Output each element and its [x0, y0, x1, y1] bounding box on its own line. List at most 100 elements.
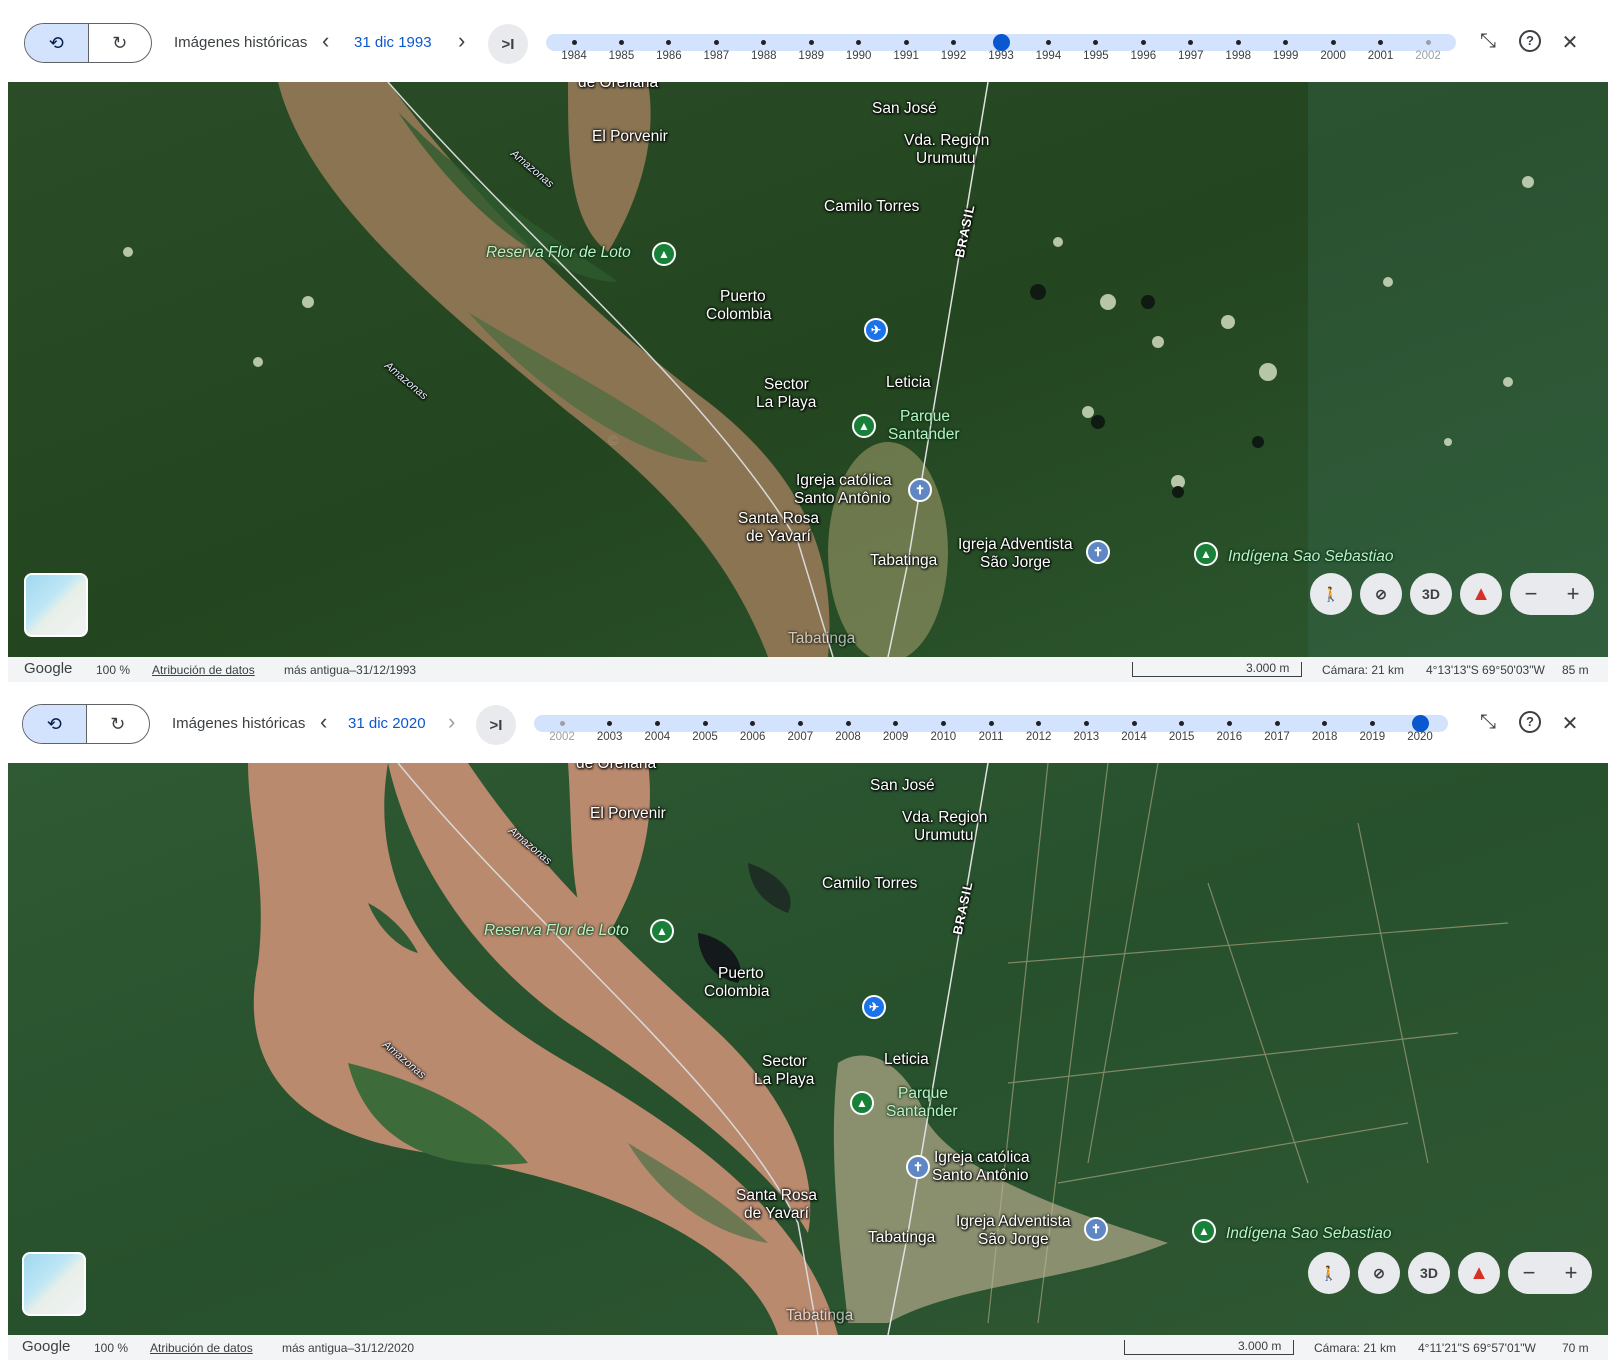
timeline-dot[interactable] [1083, 721, 1089, 726]
zoom-in-button[interactable]: + [1552, 573, 1594, 615]
timeline-year-2020[interactable]: 2020 [1390, 715, 1450, 743]
timeline-dot[interactable] [1093, 40, 1099, 45]
jump-to-latest-button[interactable]: >I [476, 705, 516, 745]
park-tree-icon[interactable]: ▲ [850, 1091, 874, 1115]
timeline-selected-marker[interactable] [1411, 715, 1429, 732]
3d-toggle-button[interactable]: 3D [1410, 573, 1452, 615]
timeline-dot[interactable] [988, 721, 994, 726]
data-attribution-link[interactable]: Atribución de datos [150, 1341, 253, 1355]
timeline-dot[interactable] [1425, 40, 1431, 45]
timeline-dot[interactable] [845, 721, 851, 726]
timeline-dot[interactable] [856, 40, 862, 45]
airport-icon[interactable]: ✈ [864, 318, 888, 342]
timeline-dot[interactable] [1140, 40, 1146, 45]
timeline-dot[interactable] [893, 721, 899, 726]
zoom-out-button[interactable]: − [1508, 1252, 1550, 1294]
map-label: Colombia [706, 306, 772, 323]
timeline-selected-marker[interactable] [992, 34, 1010, 51]
year-timeline-slider[interactable]: 1984 1985 1986 1987 1988 1989 1990 1991 1992 1993… [546, 34, 1456, 62]
jump-to-latest-button[interactable]: >I [488, 24, 528, 64]
church-icon[interactable]: ✝ [908, 478, 932, 502]
timeline-dot[interactable] [1131, 721, 1137, 726]
pegman-icon[interactable]: 🚶 [1310, 573, 1352, 615]
compass-icon[interactable]: ▲ [1458, 1252, 1500, 1294]
map-layer-thumbnail[interactable] [24, 573, 88, 637]
satellite-map-2020[interactable]: de Orellana El Porvenir San José Vda. Re… [8, 763, 1608, 1335]
refresh-icon[interactable]: ↻ [87, 24, 152, 62]
close-icon[interactable]: ✕ [1556, 30, 1584, 55]
collapse-icon[interactable]: ⤡ [1474, 711, 1502, 734]
refresh-icon[interactable]: ↻ [85, 705, 150, 743]
park-tree-icon[interactable]: ▲ [652, 242, 676, 266]
timeline-dot[interactable] [618, 40, 624, 45]
previous-date-button[interactable]: ‹ [322, 30, 329, 52]
airport-icon[interactable]: ✈ [862, 995, 886, 1019]
timeline-dot[interactable] [1369, 721, 1375, 726]
timeline-dot[interactable] [666, 40, 672, 45]
zoom-out-button[interactable]: − [1510, 573, 1552, 615]
church-icon[interactable]: ✝ [1086, 540, 1110, 564]
collapse-icon[interactable]: ⤡ [1474, 30, 1502, 53]
satellite-map-1993[interactable]: © de Orellana El Porvenir San José Vda. … [8, 82, 1608, 657]
church-icon[interactable]: ✝ [1084, 1217, 1108, 1241]
history-rewind-icon[interactable]: ⟲ [25, 24, 88, 62]
map-layer-thumbnail[interactable] [22, 1252, 86, 1316]
timeline-dot[interactable] [1378, 40, 1384, 45]
zoom-control: − + [1510, 573, 1594, 615]
help-icon[interactable]: ? [1519, 30, 1541, 52]
year-timeline-slider[interactable]: 2002 2003 2004 2005 2006 2007 2008 2009 2010 2011… [534, 715, 1448, 743]
timeline-dot[interactable] [702, 721, 708, 726]
park-tree-icon[interactable]: ▲ [1194, 542, 1218, 566]
close-icon[interactable]: ✕ [1556, 711, 1584, 736]
timeline-dot[interactable] [1179, 721, 1185, 726]
elevation: 70 m [1562, 1341, 1589, 1355]
timeline-dot[interactable] [654, 721, 660, 726]
toolbar-title: Imágenes históricas [172, 715, 306, 732]
location-off-icon[interactable]: ⊘ [1358, 1252, 1400, 1294]
map-label: de Orellana [578, 82, 659, 91]
timeline-year-2002[interactable]: 2002 [1398, 34, 1458, 62]
timeline-dot[interactable] [1226, 721, 1232, 726]
map-label: Urumutu [914, 827, 974, 844]
timeline-dot[interactable] [1188, 40, 1194, 45]
previous-date-button[interactable]: ‹ [320, 711, 327, 733]
timeline-dot[interactable] [1045, 40, 1051, 45]
zoom-in-button[interactable]: + [1550, 1252, 1592, 1294]
park-tree-icon[interactable]: ▲ [852, 414, 876, 438]
oldest-imagery-date: más antigua–31/12/2020 [282, 1341, 415, 1355]
park-tree-icon[interactable]: ▲ [650, 919, 674, 943]
location-off-icon[interactable]: ⊘ [1360, 573, 1402, 615]
data-attribution-link[interactable]: Atribución de datos [152, 663, 255, 677]
timeline-dot[interactable] [1274, 721, 1280, 726]
timeline-dot[interactable] [761, 40, 767, 45]
timeline-dot[interactable] [1330, 40, 1336, 45]
map-label: San José [870, 777, 935, 794]
church-icon[interactable]: ✝ [906, 1155, 930, 1179]
scale-label: 3.000 m [1246, 661, 1290, 675]
timeline-dot[interactable] [1036, 721, 1042, 726]
current-date-label[interactable]: 31 dic 1993 [354, 34, 432, 51]
map-label: Camilo Torres [822, 875, 918, 892]
help-icon[interactable]: ? [1519, 711, 1541, 733]
timeline-dot[interactable] [1283, 40, 1289, 45]
timeline-dot[interactable] [607, 721, 613, 726]
compass-icon[interactable]: ▲ [1460, 573, 1502, 615]
timeline-dot[interactable] [1322, 721, 1328, 726]
timeline-dot[interactable] [951, 40, 957, 45]
next-date-button[interactable]: › [458, 30, 465, 52]
timeline-dot[interactable] [571, 40, 577, 45]
pegman-icon[interactable]: 🚶 [1308, 1252, 1350, 1294]
timeline-dot[interactable] [559, 721, 565, 726]
current-date-label[interactable]: 31 dic 2020 [348, 715, 426, 732]
timeline-dot[interactable] [808, 40, 814, 45]
timeline-dot[interactable] [940, 721, 946, 726]
timeline-dot[interactable] [797, 721, 803, 726]
timeline-dot[interactable] [1235, 40, 1241, 45]
timeline-dot[interactable] [713, 40, 719, 45]
3d-toggle-button[interactable]: 3D [1408, 1252, 1450, 1294]
park-tree-icon[interactable]: ▲ [1192, 1219, 1216, 1243]
timeline-dot[interactable] [903, 40, 909, 45]
timeline-dot[interactable] [750, 721, 756, 726]
history-rewind-icon[interactable]: ⟲ [23, 705, 86, 743]
next-date-button[interactable]: › [448, 711, 455, 733]
